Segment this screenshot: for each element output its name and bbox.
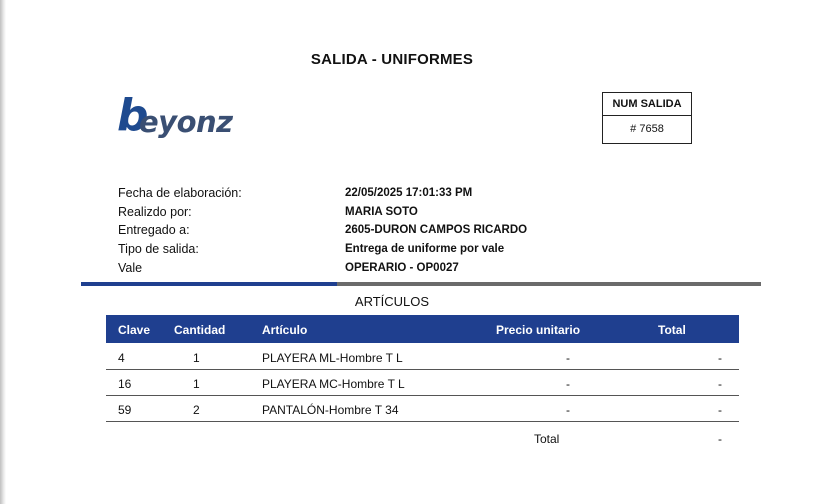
cell-cantidad: 2: [193, 403, 200, 417]
num-salida-label: NUM SALIDA: [603, 93, 691, 116]
articles-table-header: Clave Cantidad Artículo Precio unitario …: [106, 315, 739, 343]
info-value: OPERARIO - OP0027: [345, 262, 459, 274]
logo-wordmark: eyonz: [139, 105, 233, 139]
grand-total-row: Total -: [106, 430, 739, 450]
cell-precio: -: [566, 351, 570, 365]
cell-cantidad: 1: [193, 351, 200, 365]
page-edge-shadow: [0, 0, 6, 504]
info-row-vale: Vale OPERARIO - OP0027: [118, 261, 738, 279]
num-salida-box: NUM SALIDA # 7658: [602, 92, 692, 144]
divider-gray: [337, 282, 761, 286]
articles-section-title: ARTÍCULOS: [354, 294, 430, 309]
info-label: Fecha de elaboración:: [118, 186, 242, 200]
col-header-clave: Clave: [118, 323, 151, 337]
info-label: Entregado a:: [118, 223, 190, 237]
cell-articulo: PLAYERA ML-Hombre T L: [262, 351, 403, 365]
cell-clave: 4: [118, 351, 125, 365]
info-label: Vale: [118, 261, 143, 275]
table-row: 4 1 PLAYERA ML-Hombre T L - -: [106, 343, 739, 370]
info-row-entregado: Entregado a: 2605-DURON CAMPOS RICARDO: [118, 223, 738, 241]
grand-total-label: Total: [534, 432, 560, 446]
table-row: 16 1 PLAYERA MC-Hombre T L - -: [106, 369, 739, 396]
info-row-realizado: Realizdo por: MARIA SOTO: [118, 205, 738, 223]
num-salida-value: # 7658: [630, 123, 664, 135]
cell-precio: -: [566, 377, 570, 391]
col-header-precio: Precio unitario: [496, 323, 581, 337]
table-row: 59 2 PANTALÓN-Hombre T 34 - -: [106, 395, 739, 422]
cell-precio: -: [566, 403, 570, 417]
col-header-cantidad: Cantidad: [174, 323, 226, 337]
cell-clave: 16: [118, 377, 132, 391]
cell-total: -: [718, 377, 722, 391]
cell-articulo: PLAYERA MC-Hombre T L: [262, 377, 405, 391]
col-header-total: Total: [658, 323, 686, 337]
cell-articulo: PANTALÓN-Hombre T 34: [262, 403, 399, 417]
document-title: SALIDA - UNIFORMES: [310, 51, 474, 68]
cell-cantidad: 1: [193, 377, 200, 391]
info-label: Realizdo por:: [118, 205, 192, 219]
info-label: Tipo de salida:: [118, 242, 199, 256]
cell-total: -: [718, 351, 722, 365]
info-row-fecha: Fecha de elaboración: 22/05/2025 17:01:3…: [118, 186, 738, 204]
cell-clave: 59: [118, 403, 132, 417]
divider-blue: [81, 282, 337, 286]
info-value: 22/05/2025 17:01:33 PM: [345, 187, 473, 199]
col-header-articulo: Artículo: [262, 323, 308, 337]
info-value: Entrega de uniforme por vale: [345, 243, 505, 255]
info-value: 2605-DURON CAMPOS RICARDO: [345, 224, 528, 236]
info-value: MARIA SOTO: [345, 206, 418, 218]
info-row-tipo: Tipo de salida: Entrega de uniforme por …: [118, 242, 738, 260]
grand-total-value: -: [718, 432, 722, 446]
cell-total: -: [718, 403, 722, 417]
